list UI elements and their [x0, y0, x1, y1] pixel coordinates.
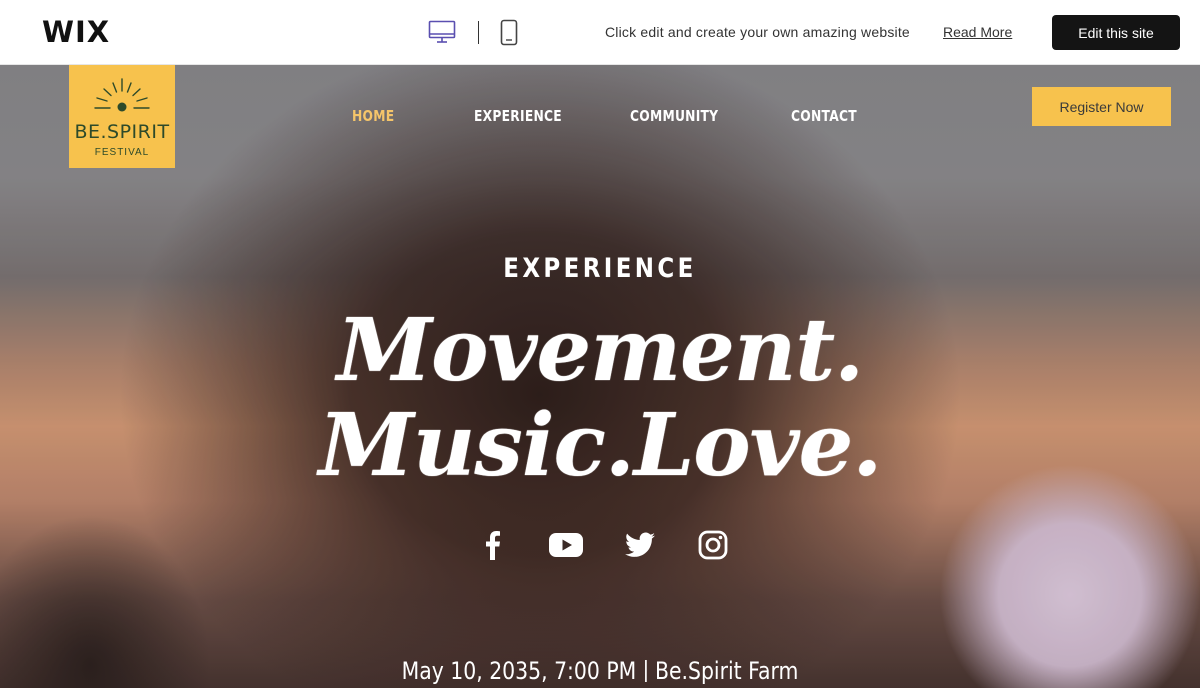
event-info: May 10, 2035, 7:00 PM Be.Spirit Farm: [90, 657, 1110, 685]
device-divider: [478, 21, 479, 44]
twitter-icon[interactable]: [620, 525, 660, 565]
wix-top-bar: WIX Click edit and create your own amazi…: [0, 0, 1200, 65]
hero-headline-line2: Music.Love.: [318, 395, 883, 496]
edit-site-button[interactable]: Edit this site: [1052, 15, 1180, 50]
event-date: May 10, 2035, 7:00 PM: [401, 657, 637, 685]
nav-experience[interactable]: EXPERIENCE: [474, 107, 562, 125]
desktop-icon[interactable]: [428, 20, 456, 44]
mobile-icon[interactable]: [500, 19, 518, 46]
brand-logo[interactable]: BE.SPIRIT FESTIVAL: [69, 65, 175, 168]
event-venue: Be.Spirit Farm: [654, 657, 799, 685]
youtube-icon[interactable]: [546, 525, 586, 565]
promo-message: Click edit and create your own amazing w…: [605, 24, 910, 40]
nav-community[interactable]: COMMUNITY: [630, 107, 718, 125]
hero-section: BE.SPIRIT FESTIVAL HOME EXPERIENCE COMMU…: [0, 65, 1200, 688]
wix-logo[interactable]: WIX: [42, 15, 110, 49]
nav-contact[interactable]: CONTACT: [791, 107, 857, 125]
hero-headline-line1: Movement.: [336, 300, 864, 401]
register-now-button[interactable]: Register Now: [1032, 87, 1171, 126]
brand-subtitle: FESTIVAL: [94, 147, 150, 158]
instagram-icon[interactable]: [693, 525, 733, 565]
nav-home[interactable]: HOME: [352, 107, 394, 125]
event-separator: [644, 660, 647, 682]
sun-icon: [94, 78, 150, 112]
hero-kicker: EXPERIENCE: [503, 253, 697, 284]
read-more-link[interactable]: Read More: [943, 24, 1012, 40]
facebook-icon[interactable]: [472, 525, 512, 565]
brand-name: BE.SPIRIT: [74, 121, 170, 143]
